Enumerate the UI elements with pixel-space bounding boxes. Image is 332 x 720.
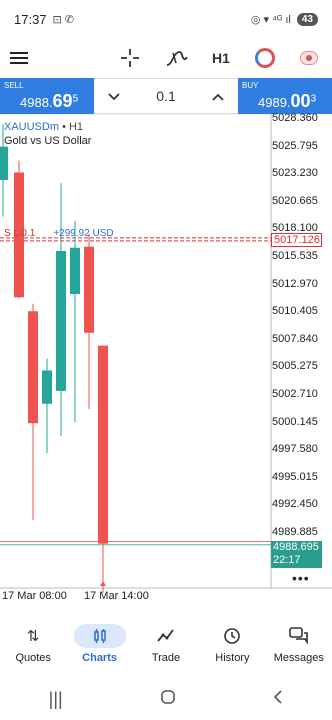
bid-price: 4988.695 [273,541,319,553]
more-icon[interactable]: ••• [292,570,310,586]
candle-body [56,250,66,391]
order-line-label[interactable]: S L 0.1 +299.92 USD [4,228,114,239]
lot-size-control: 0.1 [94,78,238,114]
nav-label: Trade [151,652,181,664]
buy-price: 4989.003 [258,91,317,111]
candle-body [70,247,80,295]
price-axis-label: 5000.145 [272,415,318,428]
price-axis-label: 5020.665 [272,194,318,207]
recent-apps-icon[interactable]: ||| [49,689,63,710]
time-axis-label: 17 Mar 08:00 [2,590,67,602]
chevron-up-icon[interactable] [198,88,238,104]
signal-icons: ◎ ▾ ⁴ᴳ ıl [250,13,291,26]
price-axis-label: 5015.535 [272,250,318,262]
lot-size-input[interactable]: 0.1 [134,88,198,104]
nav-label: Charts [82,652,117,664]
price-chart[interactable]: XAUUSDm • H1 Gold vs US Dollar S L 0.1 +2… [0,112,332,616]
time-marker-icon [100,581,106,586]
time-axis-label: 17 Mar 14:00 [84,590,149,602]
messages-icon [273,624,325,648]
sell-button[interactable]: SELL 4988.695 [0,78,94,114]
candle-body [84,246,94,333]
indicators-icon[interactable] [164,38,190,78]
chevron-down-icon[interactable] [94,88,134,104]
sell-label: SELL [4,81,24,90]
nav-history[interactable]: History [199,616,265,678]
bid-price-tag: 4988.695 22:17 [271,541,322,568]
battery-icon: 43 [296,12,318,26]
price-axis-label: 4992.450 [272,498,318,511]
nav-messages[interactable]: Messages [266,616,332,678]
bottom-navigation: ⇅ Quotes Charts Trade History Messages [0,616,332,678]
timeframe-button[interactable]: H1 [206,38,236,78]
price-axis-label: 5025.795 [272,139,318,152]
one-click-trade-panel: SELL 4988.695 0.1 BUY 4989.003 [0,78,332,114]
nav-label: History [215,652,250,664]
nav-trade[interactable]: Trade [133,616,199,678]
system-navigation: ||| [0,678,332,720]
price-axis-label: 5002.710 [272,388,318,400]
home-icon[interactable] [160,689,176,710]
nav-label: Messages [273,652,324,664]
buy-label: BUY [242,81,259,90]
crosshair-icon[interactable] [118,38,142,78]
candle-body [0,146,8,180]
bar-countdown: 22:17 [273,554,301,566]
price-axis-label: 5007.840 [272,332,318,345]
price-axis-label: 5005.275 [272,360,318,373]
chart-symbol: XAUUSDm • H1 [4,121,84,133]
order-profit: +299.92 USD [53,228,114,239]
price-axis-label: 5023.230 [272,167,318,180]
price-axis-label: 4997.580 [272,443,318,456]
candle-body [98,345,108,544]
price-axis: 5028.360 5025.795 5023.230 5020.665 5018.100… [272,112,332,584]
nav-charts[interactable]: Charts [66,616,132,678]
charts-icon [73,624,126,648]
back-icon[interactable] [273,689,283,710]
price-axis-label: 4995.015 [272,470,318,483]
candle-body [42,370,52,404]
menu-icon[interactable] [8,38,30,78]
chart-description: Gold vs US Dollar [4,135,92,147]
buy-button[interactable]: BUY 4989.003 [238,78,332,114]
candle-body [28,311,38,424]
history-icon [206,624,258,648]
new-order-icon[interactable] [252,38,278,78]
nav-quotes[interactable]: ⇅ Quotes [0,616,66,678]
quotes-icon: ⇅ [26,628,40,645]
price-axis-label: 5010.405 [272,305,318,318]
price-axis-label: 4989.885 [272,526,318,538]
price-axis-label: 5012.970 [272,277,318,290]
notification-icons: ⊡ ✆ [52,13,75,26]
chart-toolbar: H1 [0,38,332,78]
sell-price: 4988.695 [20,91,79,111]
nav-label: Quotes [15,652,51,664]
one-click-trading-icon[interactable] [296,38,322,78]
order-price-tag: 5017.126 [271,233,322,247]
status-bar: 17:37 ⊡ ✆ ◎ ▾ ⁴ᴳ ıl 43 [0,0,332,38]
trade-icon [140,624,192,648]
price-axis-label: 5028.360 [272,112,318,124]
status-time: 17:37 [14,11,47,27]
